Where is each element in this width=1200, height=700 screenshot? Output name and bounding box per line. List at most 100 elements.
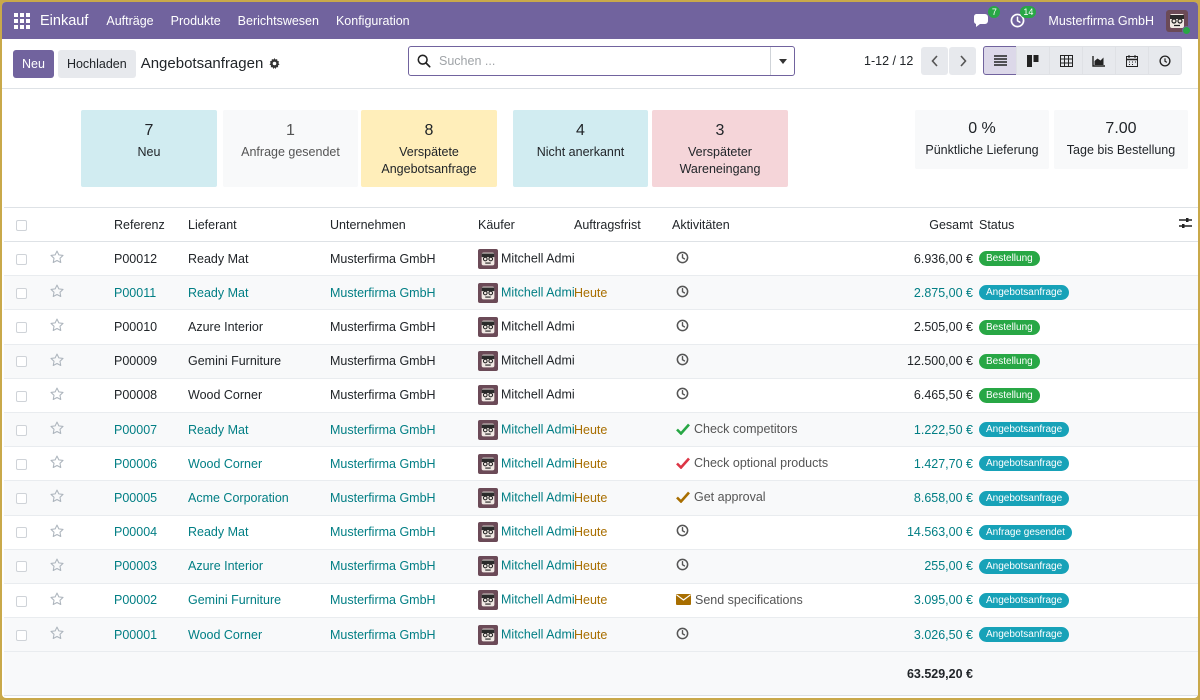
table-row[interactable]: P00001 Wood Corner Musterfirma GmbH Mitchel… — [4, 617, 1198, 653]
row-checkbox[interactable] — [16, 322, 27, 334]
envelope-icon[interactable] — [676, 594, 691, 606]
apps-menu-icon[interactable] — [14, 12, 30, 29]
menu-item-berichtswesen[interactable]: Berichtswesen — [238, 14, 319, 28]
table-row[interactable]: P00007 Ready Mat Musterfirma GmbH Mitchell … — [4, 412, 1198, 448]
row-checkbox[interactable] — [16, 527, 27, 539]
avatar[interactable] — [478, 316, 498, 337]
clock-icon[interactable] — [676, 251, 689, 264]
optional-columns-toggle[interactable] — [1129, 207, 1198, 242]
tile-new[interactable]: 7 Neu — [81, 110, 217, 187]
kanban-view-button[interactable] — [1016, 46, 1050, 75]
tile-not-acknowledged[interactable]: 4 Nicht anerkannt — [513, 110, 648, 187]
menu-item-produkte[interactable]: Produkte — [171, 14, 221, 28]
star-icon[interactable] — [50, 250, 64, 267]
column-header-ref[interactable]: Referenz — [114, 207, 188, 242]
star-icon[interactable] — [50, 421, 64, 438]
graph-view-button[interactable] — [1082, 46, 1116, 75]
activities-button[interactable]: 14 — [1006, 5, 1037, 32]
avatar[interactable] — [478, 624, 498, 645]
avatar[interactable] — [478, 556, 498, 577]
search-input[interactable] — [431, 47, 770, 75]
clock-icon[interactable] — [676, 353, 689, 366]
table-row[interactable]: P00010 Azure Interior Musterfirma GmbH Mitc… — [4, 309, 1198, 345]
table-row[interactable]: P00008 Wood Corner Musterfirma GmbH Mitchel… — [4, 378, 1198, 413]
select-all-checkbox[interactable] — [16, 219, 27, 231]
table-row[interactable]: P00005 Acme Corporation Musterfirma GmbH Mi… — [4, 480, 1198, 516]
star-icon[interactable] — [50, 592, 64, 609]
clock-icon[interactable] — [676, 627, 689, 640]
star-icon[interactable] — [50, 318, 64, 335]
avatar[interactable] — [478, 248, 498, 269]
star-icon[interactable] — [50, 353, 64, 370]
star-icon[interactable] — [50, 455, 64, 472]
row-checkbox[interactable] — [16, 424, 27, 436]
column-header-deadline[interactable]: Auftragsfrist — [574, 207, 672, 242]
column-header-status[interactable]: Status — [979, 207, 1129, 242]
pager-previous-button[interactable] — [921, 47, 949, 75]
star-icon[interactable] — [50, 284, 64, 301]
row-checkbox[interactable] — [16, 493, 27, 505]
clock-icon[interactable] — [676, 319, 689, 332]
menu-item-auftraege[interactable]: Aufträge — [106, 14, 153, 28]
avatar[interactable] — [478, 453, 498, 474]
check-green-icon[interactable] — [676, 423, 690, 435]
table-row[interactable]: P00009 Gemini Furniture Musterfirma GmbH Mi… — [4, 344, 1198, 379]
company-switcher[interactable]: Musterfirma GmbH — [1048, 14, 1154, 28]
star-icon[interactable] — [50, 489, 64, 506]
clock-icon[interactable] — [676, 387, 689, 400]
table-row[interactable]: P00012 Ready Mat Musterfirma GmbH Mitchell … — [4, 241, 1198, 277]
star-icon[interactable] — [50, 524, 64, 541]
column-header-buyer[interactable]: Käufer — [478, 207, 574, 242]
avatar[interactable] — [478, 351, 498, 372]
table-row[interactable]: P00004 Ready Mat Musterfirma GmbH Mitchell … — [4, 515, 1198, 550]
table-row[interactable]: P00006 Wood Corner Musterfirma GmbH Mitchel… — [4, 446, 1198, 482]
pager-next-button[interactable] — [949, 47, 977, 75]
column-header-company[interactable]: Unternehmen — [330, 207, 478, 242]
table-row[interactable]: P00002 Gemini Furniture Musterfirma GmbH Mi… — [4, 583, 1198, 619]
column-header-activities[interactable]: Aktivitäten — [672, 207, 892, 242]
menu-item-konfiguration[interactable]: Konfiguration — [336, 14, 410, 28]
new-button[interactable]: Neu — [13, 49, 54, 78]
check-orange-icon[interactable] — [676, 491, 690, 503]
app-brand[interactable]: Einkauf — [40, 13, 88, 29]
user-avatar[interactable] — [1166, 9, 1191, 35]
row-checkbox[interactable] — [16, 629, 27, 641]
row-checkbox[interactable] — [16, 356, 27, 368]
star-icon[interactable] — [50, 626, 64, 643]
tile-request-sent[interactable]: 1 Anfrage gesendet — [223, 110, 358, 187]
avatar[interactable] — [478, 487, 498, 508]
pivot-view-button[interactable] — [1049, 46, 1083, 75]
row-checkbox[interactable] — [16, 390, 27, 402]
table-row[interactable]: P00011 Ready Mat Musterfirma GmbH Mitchell … — [4, 275, 1198, 311]
row-checkbox[interactable] — [16, 287, 27, 299]
column-header-vendor[interactable]: Lieferant — [188, 207, 330, 242]
clock-icon[interactable] — [676, 558, 689, 571]
clock-icon[interactable] — [676, 285, 689, 298]
gear-icon[interactable] — [269, 58, 280, 69]
star-icon[interactable] — [50, 558, 64, 575]
table-row[interactable]: P00003 Azure Interior Musterfirma GmbH Mitc… — [4, 549, 1198, 584]
messages-button[interactable]: 7 — [970, 5, 1001, 32]
row-checkbox[interactable] — [16, 561, 27, 573]
avatar[interactable] — [478, 522, 498, 543]
clock-icon[interactable] — [676, 524, 689, 537]
upload-button[interactable]: Hochladen — [57, 49, 136, 78]
cell-company: Musterfirma GmbH — [330, 275, 478, 311]
pager-value[interactable]: 1-12 / 12 — [864, 54, 913, 68]
column-header-total[interactable]: Gesamt — [892, 207, 979, 242]
avatar[interactable] — [478, 419, 498, 440]
calendar-view-button[interactable] — [1115, 46, 1149, 75]
activity-view-button[interactable] — [1148, 46, 1182, 75]
star-icon[interactable] — [50, 387, 64, 404]
row-checkbox[interactable] — [16, 253, 27, 265]
list-view-button[interactable] — [983, 46, 1017, 75]
row-checkbox[interactable] — [16, 595, 27, 607]
tile-late-rfq[interactable]: 8 Verspätete Angebotsanfrage — [361, 110, 497, 187]
avatar[interactable] — [478, 590, 498, 611]
check-red-icon[interactable] — [676, 457, 690, 469]
tile-late-receipt[interactable]: 3 Verspäteter Wareneingang — [652, 110, 788, 187]
avatar[interactable] — [478, 385, 498, 406]
avatar[interactable] — [478, 282, 498, 303]
row-checkbox[interactable] — [16, 458, 27, 470]
search-options-toggle[interactable] — [770, 47, 794, 75]
